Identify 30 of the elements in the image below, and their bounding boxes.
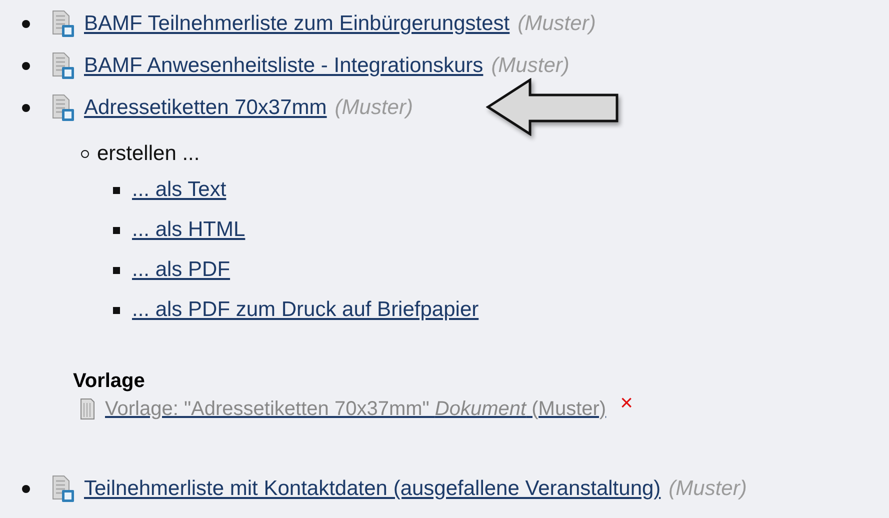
report-link[interactable]: BAMF Anwesenheitsliste - Integrationskurs [84,54,484,78]
bullet-icon [22,20,30,28]
sample-note: (Muster) [334,96,413,120]
bullet-icon [113,226,120,234]
bullet-icon [113,186,120,194]
bullet-icon [22,485,30,493]
document-icon [79,397,95,421]
delete-button[interactable]: × [620,390,633,416]
export-link[interactable]: ... als Text [132,178,226,202]
export-link[interactable]: ... als PDF zum Druck auf Briefpapier [132,298,479,322]
export-link[interactable]: ... als HTML [132,218,246,242]
template-heading: Vorlage [73,370,146,393]
sample-note: (Muster) [518,12,596,36]
document-icon [50,10,76,38]
document-icon [50,52,76,80]
sample-note: (Muster) [491,54,570,78]
left-arrow-icon [486,78,620,136]
bullet-icon [81,150,89,158]
report-link[interactable]: Adressetiketten 70x37mm [84,96,327,120]
document-icon [50,475,76,503]
bullet-icon [22,104,30,112]
sample-note: (Muster) [668,477,747,501]
bullet-icon [113,266,120,274]
export-link[interactable]: ... als PDF [132,258,230,282]
create-label: erstellen ... [97,142,200,166]
bullet-icon [22,62,30,70]
report-link[interactable]: Teilnehmerliste mit Kontaktdaten (ausgefallene Veranstaltung) [84,477,661,501]
bullet-icon [113,306,120,314]
report-link[interactable]: BAMF Teilnehmerliste zum Einbürgerungstest [84,12,510,36]
document-icon [50,94,76,122]
